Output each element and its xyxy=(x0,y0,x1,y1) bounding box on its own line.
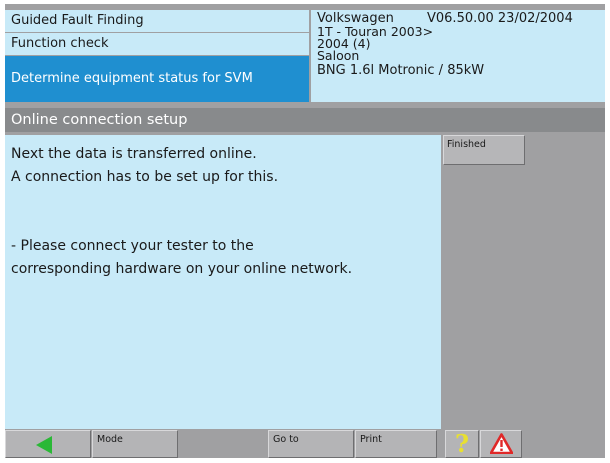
goto-button-label: Go to xyxy=(273,434,299,445)
vehicle-engine: BNG 1.6l Motronic / 85kW xyxy=(317,62,485,78)
goto-button[interactable]: Go to xyxy=(268,430,354,458)
nav-function-check[interactable]: Function check xyxy=(5,33,309,55)
warning-icon xyxy=(490,433,513,454)
help-icon: ? xyxy=(454,429,470,458)
mode-button-label: Mode xyxy=(97,434,123,445)
nav-guided-fault-finding[interactable]: Guided Fault Finding xyxy=(5,10,309,32)
warning-button[interactable] xyxy=(480,430,522,458)
message-panel: Next the data is transferred online. A c… xyxy=(5,135,441,429)
print-button[interactable]: Print xyxy=(355,430,437,458)
vehicle-info-panel: Volkswagen V06.50.00 23/02/2004 1T - Tour… xyxy=(311,10,605,102)
app-window: Guided Fault Finding Function check Dete… xyxy=(5,4,605,458)
software-version: V06.50.00 23/02/2004 xyxy=(427,12,573,26)
page-title: Online connection setup xyxy=(5,108,605,132)
message-line-3: - Please connect your tester to the xyxy=(11,238,254,254)
vehicle-year: 2004 (4) xyxy=(317,38,371,51)
print-button-label: Print xyxy=(360,434,382,445)
finished-button[interactable]: Finished xyxy=(443,135,525,165)
back-arrow-icon xyxy=(36,436,52,454)
navigation-panel: Guided Fault Finding Function check Dete… xyxy=(5,4,309,105)
vehicle-body: Saloon xyxy=(317,50,360,63)
mode-button[interactable]: Mode xyxy=(92,430,178,458)
help-button[interactable]: ? xyxy=(445,430,479,458)
message-line-1: Next the data is transferred online. xyxy=(11,146,257,162)
nav-determine-equipment-status[interactable]: Determine equipment status for SVM xyxy=(5,56,309,102)
vehicle-model: 1T - Touran 2003> xyxy=(317,26,434,39)
message-line-2: A connection has to be set up for this. xyxy=(11,169,279,185)
message-line-4: corresponding hardware on your online ne… xyxy=(11,261,353,277)
vehicle-make-version-row: Volkswagen V06.50.00 23/02/2004 xyxy=(317,12,605,26)
back-button[interactable] xyxy=(5,430,91,458)
bottom-toolbar: Mode Go to Print ? xyxy=(5,429,605,458)
vehicle-make: Volkswagen xyxy=(317,12,394,26)
